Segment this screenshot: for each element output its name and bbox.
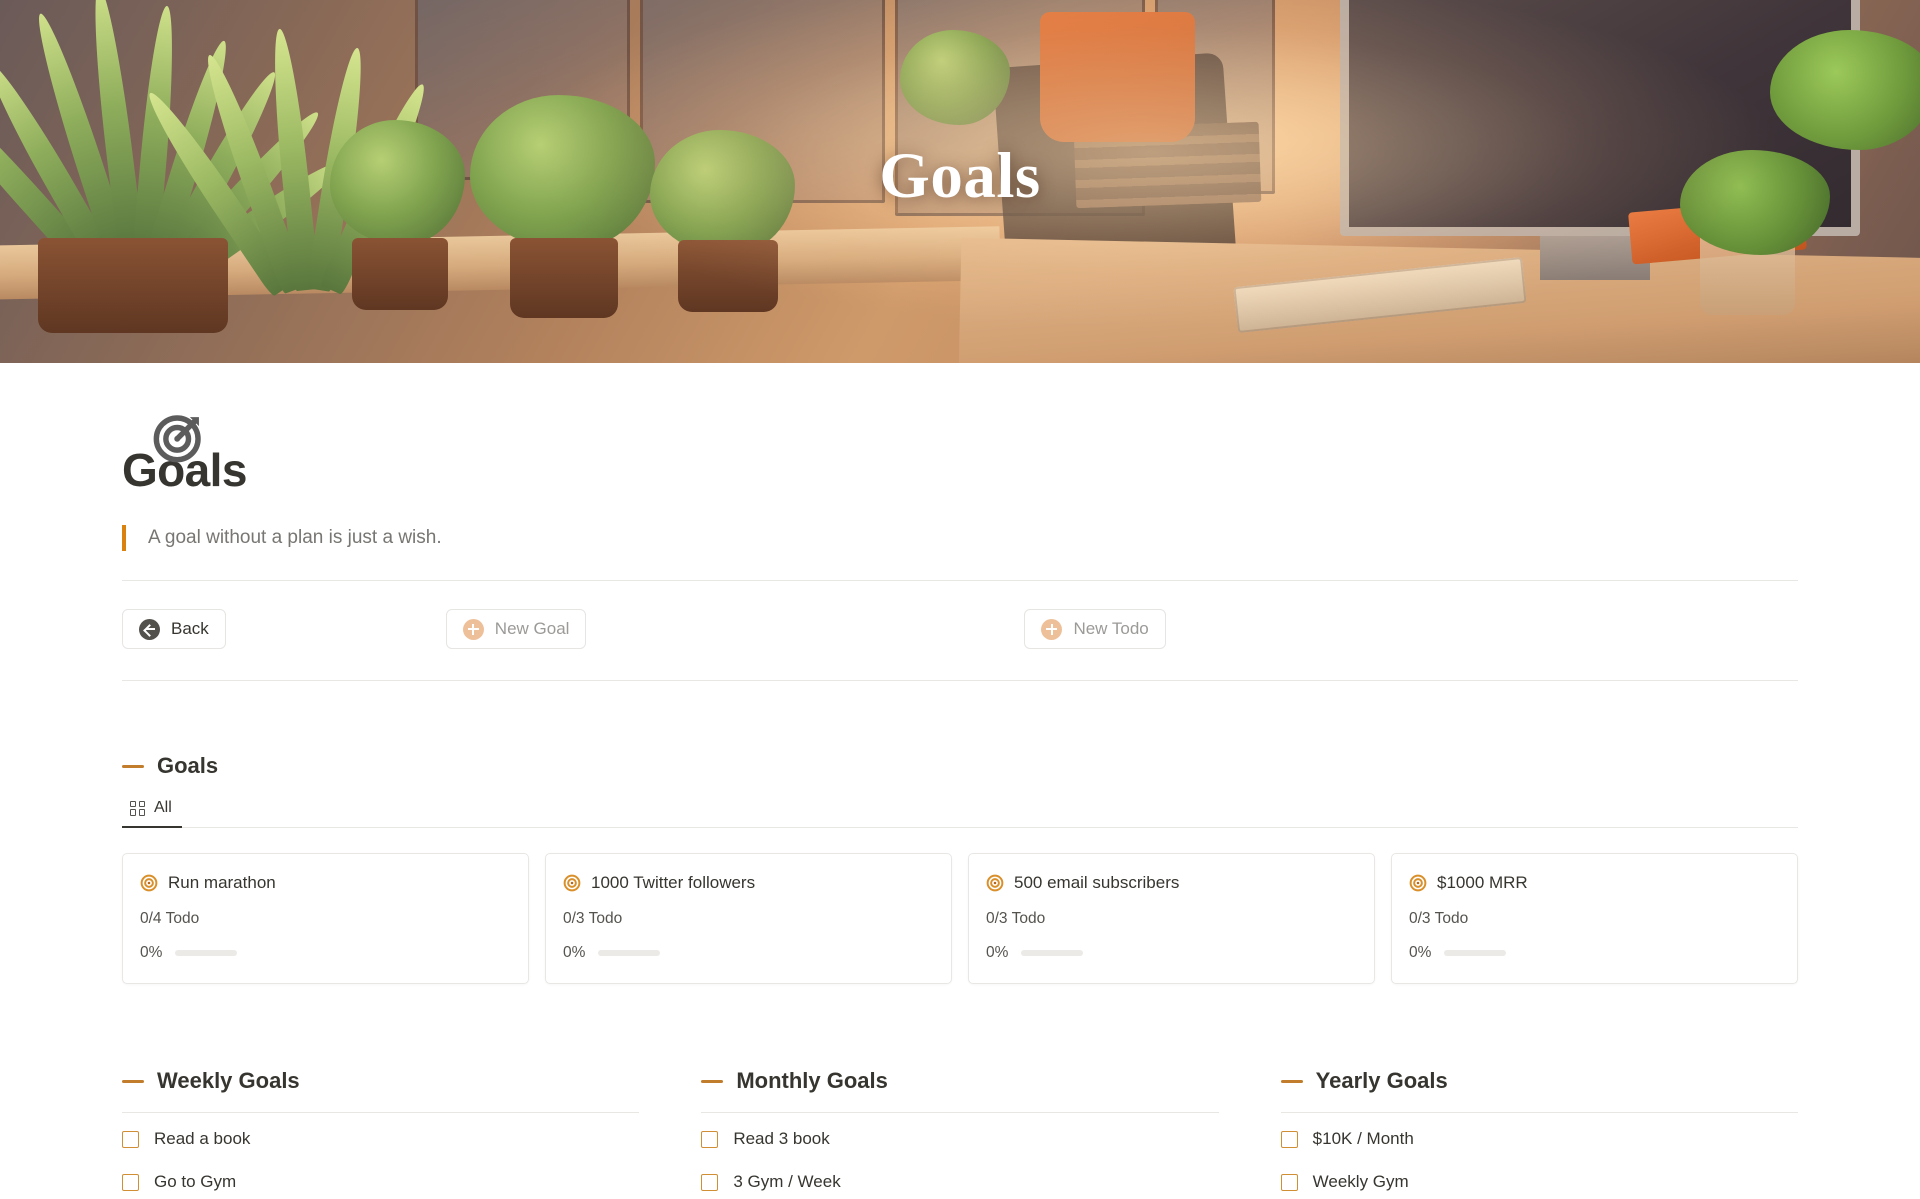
- list-item-label: 3 Gym / Week: [733, 1172, 841, 1191]
- goal-card-percent: 0%: [986, 944, 1009, 961]
- quote-callout: A goal without a plan is just a wish.: [122, 525, 1798, 551]
- column-heading: Yearly Goals: [1280, 1068, 1798, 1094]
- target-icon: [563, 874, 581, 892]
- list-item[interactable]: 3 Gym / Week: [701, 1165, 1218, 1199]
- tab-all[interactable]: All: [122, 799, 180, 827]
- goal-card-title: Run marathon: [168, 873, 276, 892]
- goal-card-progress-bar: [598, 950, 661, 956]
- goals-section-title: Goals: [157, 753, 219, 778]
- column-divider: [122, 1112, 640, 1113]
- goal-card[interactable]: 1000 Twitter followers 0/3 Todo 0%: [545, 853, 952, 984]
- tab-underline: [122, 827, 1798, 828]
- goal-card[interactable]: $1000 MRR 0/3 Todo 0%: [1391, 853, 1798, 984]
- list-item[interactable]: Read a book: [122, 1122, 639, 1156]
- checkbox[interactable]: [1280, 1173, 1298, 1191]
- goal-card[interactable]: 500 email subscribers 0/3 Todo 0%: [968, 853, 1375, 984]
- goal-card-percent: 0%: [140, 944, 163, 961]
- goal-card-todo-count: 0/3 Todo: [563, 910, 623, 927]
- goal-card-list: Run marathon 0/4 Todo 0% 1000 Twitter fo…: [122, 853, 1798, 984]
- goal-card-progress-bar: [175, 950, 238, 956]
- column-yearly-goals: Yearly Goals $10K / Month Weekly Gym: [1280, 1068, 1798, 1199]
- checkbox[interactable]: [701, 1130, 719, 1148]
- action-toolbar: Back New Goal New Todo: [122, 609, 1798, 649]
- hero-banner: Goals: [0, 0, 1920, 363]
- checkbox[interactable]: [122, 1130, 139, 1148]
- divider-below-toolbar: [122, 680, 1798, 681]
- goal-card-title: $1000 MRR: [1437, 873, 1528, 892]
- goal-card-todo-count: 0/3 Todo: [1409, 910, 1469, 927]
- list-item[interactable]: Go to Gym: [122, 1165, 639, 1199]
- checkbox[interactable]: [1280, 1130, 1298, 1148]
- grid-icon: [130, 800, 145, 816]
- goal-card-progress-bar: [1021, 950, 1084, 956]
- page-body: Goals A goal without a plan is just a wi…: [0, 415, 1920, 1199]
- column-monthly-goals: Monthly Goals Read 3 book 3 Gym / Week: [701, 1068, 1219, 1199]
- checkbox[interactable]: [122, 1173, 139, 1191]
- goal-card[interactable]: Run marathon 0/4 Todo 0%: [122, 853, 529, 984]
- list-item[interactable]: Weekly Gym: [1280, 1165, 1798, 1199]
- dash-marker-icon: [122, 1079, 144, 1083]
- target-icon: [150, 408, 208, 466]
- list-item-label: Read 3 book: [733, 1129, 830, 1148]
- dash-marker-icon: [701, 1079, 724, 1083]
- goal-card-percent: 0%: [1409, 944, 1432, 961]
- dash-marker-icon: [1280, 1079, 1303, 1083]
- list-item-label: Read a book: [154, 1129, 251, 1148]
- new-goal-button[interactable]: New Goal: [445, 609, 587, 649]
- list-item[interactable]: Read 3 book: [701, 1122, 1218, 1156]
- goals-section-heading: Goals: [122, 753, 1798, 779]
- tab-all-label: All: [154, 799, 172, 816]
- list-item-label: Weekly Gym: [1312, 1172, 1409, 1191]
- column-weekly-goals: Weekly Goals Read a book Go to Gym: [122, 1068, 640, 1199]
- new-todo-button-label: New Todo: [1073, 619, 1149, 638]
- column-heading: Weekly Goals: [122, 1068, 639, 1094]
- goal-card-todo-count: 0/4 Todo: [140, 910, 200, 927]
- new-todo-button[interactable]: New Todo: [1024, 609, 1166, 649]
- target-icon: [1409, 874, 1427, 892]
- goal-card-title: 500 email subscribers: [1014, 873, 1180, 892]
- list-item-label: Go to Gym: [154, 1172, 237, 1191]
- back-button[interactable]: Back: [122, 609, 226, 649]
- column-title: Monthly Goals: [736, 1068, 888, 1093]
- list-item-label: $10K / Month: [1312, 1129, 1414, 1148]
- dash-marker-icon: [122, 764, 144, 768]
- target-icon: [140, 874, 158, 892]
- plus-circle-icon: [462, 618, 484, 640]
- quote-text: A goal without a plan is just a wish.: [148, 527, 442, 548]
- goal-card-title: 1000 Twitter followers: [591, 873, 756, 892]
- arrow-left-circle-icon: [139, 618, 160, 640]
- divider-top: [122, 580, 1798, 581]
- goal-columns: Weekly Goals Read a book Go to Gym Month…: [122, 1068, 1798, 1199]
- goal-card-progress-bar: [1444, 950, 1507, 956]
- column-divider: [1280, 1112, 1798, 1113]
- tab-active-indicator: [122, 826, 182, 828]
- list-item[interactable]: $10K / Month: [1280, 1122, 1798, 1156]
- page-title: Goals: [122, 444, 247, 496]
- goals-tab-bar: All: [122, 799, 1798, 828]
- new-goal-button-label: New Goal: [494, 619, 570, 638]
- hero-title: Goals: [879, 140, 1041, 212]
- column-heading: Monthly Goals: [701, 1068, 1218, 1094]
- goal-card-percent: 0%: [563, 944, 586, 961]
- target-icon: [986, 874, 1004, 892]
- column-title: Yearly Goals: [1315, 1068, 1448, 1093]
- checkbox[interactable]: [701, 1173, 719, 1191]
- column-title: Weekly Goals: [157, 1068, 300, 1093]
- column-divider: [701, 1112, 1219, 1113]
- back-button-label: Back: [171, 619, 209, 638]
- plus-circle-icon: [1041, 618, 1063, 640]
- goal-card-todo-count: 0/3 Todo: [986, 910, 1046, 927]
